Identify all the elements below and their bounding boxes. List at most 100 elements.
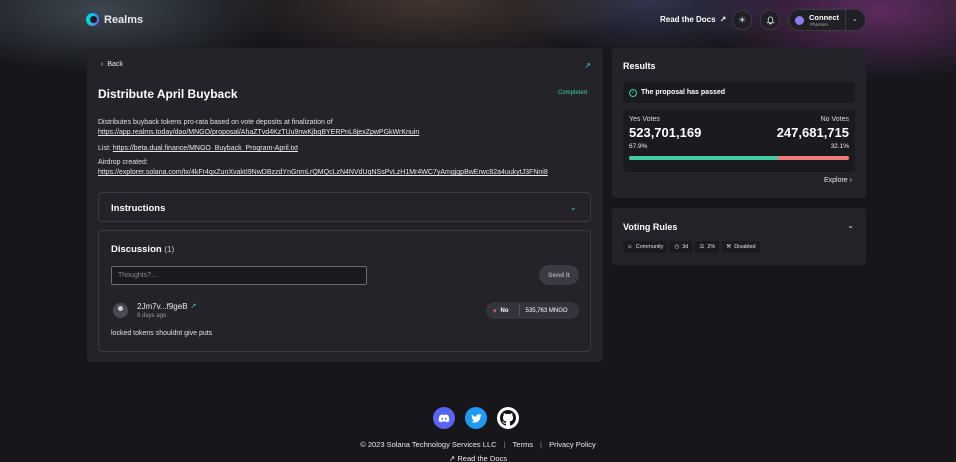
description-paragraph: List: https://beta.dual.finance/MNGO_Buy… — [98, 144, 593, 154]
rule-tag-label: Community — [635, 244, 664, 250]
description-paragraph: Airdrop created: https://explorer.solana… — [98, 158, 593, 178]
external-link-icon: ↗ — [448, 454, 456, 462]
comment-text: locked tokens shouldnt give puts — [111, 330, 213, 337]
comment-author[interactable]: 2Jm7v...f9geB ↗ — [137, 302, 196, 311]
connect-title: Connect — [809, 13, 839, 22]
vote-choice: No — [500, 307, 509, 314]
chevron-down-icon: ⌄ — [569, 202, 577, 212]
comment-author-address: 2Jm7v...f9geB — [137, 302, 188, 311]
privacy-policy-link[interactable]: Privacy Policy — [549, 440, 596, 449]
chevron-down-icon[interactable]: ⌄ — [852, 15, 858, 23]
send-button[interactable]: Send It — [539, 265, 579, 285]
yes-progress-fill — [629, 156, 779, 160]
clock-icon: ◷ — [674, 244, 680, 250]
rule-tag-label: 3d — [682, 244, 689, 250]
status-badge: Completed — [557, 90, 587, 96]
comment-input[interactable] — [111, 266, 367, 285]
github-glyph — [500, 410, 516, 426]
rule-tag-label: 2% — [707, 244, 716, 250]
no-votes-count: 247,681,715 — [776, 125, 849, 140]
airdrop-link[interactable]: https://explorer.solana.com/tx/4kFr4qxZu… — [98, 169, 548, 176]
explore-link[interactable]: Explore › — [824, 177, 852, 184]
chevron-down-icon: ⌄ — [847, 221, 854, 230]
discord-icon[interactable] — [433, 407, 455, 429]
avatar — [113, 303, 128, 318]
rule-tag-threshold: ⚖ 2% — [695, 241, 720, 253]
passed-banner: ✓ The proposal has passed — [623, 82, 855, 103]
divider: | — [540, 440, 542, 449]
terms-link[interactable]: Terms — [513, 440, 533, 449]
notifications-button[interactable] — [760, 10, 780, 30]
discussion-title-text: Discussion — [111, 244, 162, 255]
read-docs-label: Read the Docs — [660, 15, 716, 24]
discussion-panel: Discussion (1) Send It 2Jm7v...f9geB ↗ 8… — [98, 230, 591, 352]
no-votes-percent: 32.1% — [830, 143, 849, 150]
external-link-icon[interactable]: ↗ — [584, 61, 591, 70]
no-votes-label: No Votes — [820, 116, 849, 123]
connect-wallet-name: Phantom — [810, 22, 829, 27]
vote-summary: Yes Votes 523,701,169 67.9% No Votes 247… — [623, 110, 855, 172]
instructions-label: Instructions — [111, 203, 166, 214]
bell-icon — [765, 15, 775, 25]
vote-progress-bar — [629, 156, 849, 160]
gavel-icon: ⚒ — [726, 244, 732, 250]
thumbs-down-icon: ▾ — [493, 307, 497, 315]
proposal-title: Distribute April Buyback — [98, 87, 238, 101]
top-bar: Realms Read the Docs ↗ ☀ Connect Phantom… — [0, 8, 956, 32]
logo-text: Realms — [104, 13, 144, 26]
phantom-icon — [795, 16, 804, 25]
proposal-card: ‹ Back ↗ Distribute April Buyback Comple… — [87, 48, 603, 362]
results-card: Results ✓ The proposal has passed Yes Vo… — [612, 48, 866, 198]
discord-glyph — [438, 414, 450, 422]
copyright-text: © 2023 Solana Technology Services LLC — [360, 440, 497, 449]
yes-votes-label: Yes Votes — [629, 116, 660, 123]
voting-rules-tags: ☺ Community ◷ 3d ⚖ 2% ⚒ Disabled — [623, 241, 760, 253]
explore-label: Explore — [823, 177, 848, 184]
divider — [518, 305, 520, 316]
discussion-title: Discussion (1) — [111, 244, 174, 255]
passed-text: The proposal has passed — [641, 89, 726, 96]
comment-timestamp: 8 days ago — [137, 313, 167, 319]
proposal-link[interactable]: https://app.realms.today/dao/MNGO/propos… — [98, 129, 419, 136]
sun-icon: ☀ — [737, 14, 747, 25]
description-text: Airdrop created: — [98, 159, 148, 166]
rule-tag-duration: ◷ 3d — [670, 241, 693, 253]
realms-logo[interactable]: Realms — [86, 13, 143, 26]
vote-amount: 535,763 MNGO — [525, 307, 568, 314]
scale-icon: ⚖ — [699, 244, 705, 250]
rule-tag-veto: ⚒ Disabled — [722, 241, 760, 253]
external-link-icon: ↗ — [190, 303, 197, 310]
read-docs-link[interactable]: Read the Docs ↗ — [660, 15, 726, 24]
users-icon: ☺ — [627, 244, 633, 250]
description-paragraph: Distributes buyback tokens pro-rata base… — [98, 118, 593, 138]
discussion-count: (1) — [164, 245, 175, 254]
check-circle-icon: ✓ — [629, 88, 637, 97]
footer-links: © 2023 Solana Technology Services LLC | … — [0, 440, 956, 449]
external-link-icon: ↗ — [719, 15, 727, 24]
divider — [845, 10, 846, 30]
twitter-icon[interactable] — [465, 407, 487, 429]
footer-read-docs-link[interactable]: ↗ Read the Docs — [0, 454, 956, 462]
results-title: Results — [623, 61, 656, 71]
rule-tag-community: ☺ Community — [623, 241, 668, 253]
description-text: Distributes buyback tokens pro-rata base… — [98, 119, 333, 126]
github-icon[interactable] — [497, 407, 519, 429]
back-label: Back — [107, 61, 123, 68]
back-button[interactable]: ‹ Back — [101, 61, 123, 68]
list-link[interactable]: https://beta.dual.finance/MNGO_Buyback_P… — [113, 145, 298, 152]
yes-votes-count: 523,701,169 — [629, 125, 702, 140]
voting-rules-title: Voting Rules — [623, 222, 678, 232]
divider: | — [503, 440, 506, 449]
description-text: List: — [98, 145, 113, 152]
realms-logo-icon — [86, 13, 99, 26]
footer-read-docs-label: Read the Docs — [457, 454, 507, 462]
chevron-left-icon: ‹ — [101, 61, 104, 68]
twitter-glyph — [470, 413, 481, 423]
rule-tag-label: Disabled — [734, 244, 756, 250]
instructions-accordion[interactable]: Instructions ⌄ — [98, 192, 591, 222]
voting-rules-card[interactable]: Voting Rules ⌄ ☺ Community ◷ 3d ⚖ 2% ⚒ D… — [612, 208, 866, 265]
comment-vote-badge: ▾ No 535,763 MNGO — [486, 302, 579, 319]
chevron-right-icon: › — [849, 177, 852, 184]
connect-wallet-button[interactable]: Connect Phantom ⌄ — [788, 9, 866, 31]
theme-toggle-button[interactable]: ☀ — [732, 10, 752, 30]
